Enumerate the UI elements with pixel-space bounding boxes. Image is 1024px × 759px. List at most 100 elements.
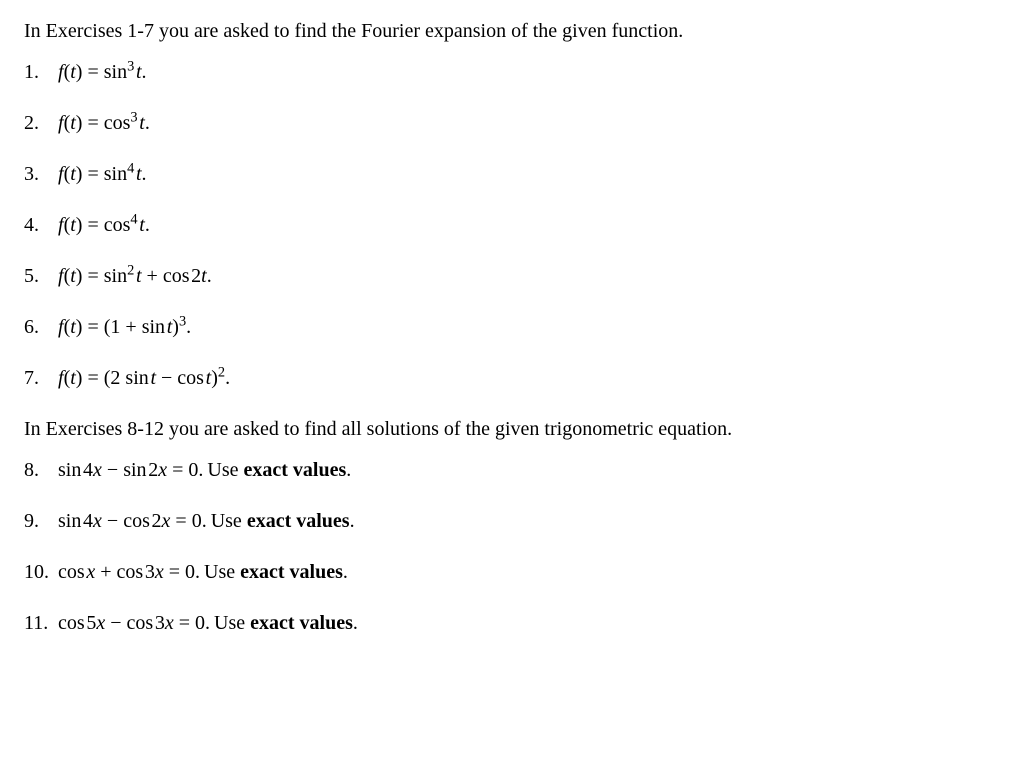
- trig-fn: cos: [58, 612, 85, 634]
- exercise-math: cos x + cos 3x = 0.: [58, 559, 200, 586]
- trig-fn: sin: [58, 459, 81, 481]
- arg: 2x: [152, 510, 171, 532]
- operator: −: [102, 459, 123, 481]
- fn-arg: t: [70, 163, 76, 185]
- hint-prefix: Use: [204, 561, 240, 583]
- operator: −: [102, 510, 123, 532]
- operator: +: [95, 561, 116, 583]
- hint-prefix: Use: [214, 612, 250, 634]
- operator-minus: −: [156, 367, 177, 389]
- trig-fn: cos: [117, 561, 144, 583]
- exercise-number: 2.: [24, 110, 58, 137]
- exercise-number: 7.: [24, 365, 58, 392]
- exercise-8: 8. sin 4x − sin 2x = 0. Use exact values…: [24, 457, 1000, 484]
- fn-name: f: [58, 214, 64, 236]
- hint-suffix: .: [350, 510, 355, 532]
- hint-prefix: Use: [207, 459, 243, 481]
- exercise-11: 11. cos 5x − cos 3x = 0. Use exact value…: [24, 610, 1000, 637]
- arg: 2x: [148, 459, 167, 481]
- fn-arg: t: [70, 214, 76, 236]
- fn-name: f: [58, 61, 64, 83]
- arg: 2t: [191, 265, 207, 287]
- exercise-number: 10.: [24, 559, 58, 586]
- trig-fn: cos: [127, 612, 154, 634]
- trig-fn: sin: [58, 510, 81, 532]
- fn-name: f: [58, 367, 64, 389]
- trig-fn: sin: [104, 265, 127, 287]
- paren-open: (1 +: [104, 316, 142, 338]
- exercise-5: 5. f(t) = sin2 t + cos 2t.: [24, 263, 1000, 290]
- exercise-number: 3.: [24, 161, 58, 188]
- hint-bold: exact values: [250, 612, 353, 634]
- exponent: 4: [127, 160, 134, 176]
- exercise-number: 6.: [24, 314, 58, 341]
- arg: 3x: [145, 561, 164, 583]
- exercise-9: 9. sin 4x − cos 2x = 0. Use exact values…: [24, 508, 1000, 535]
- trig-fn: sin: [104, 163, 127, 185]
- hint-prefix: Use: [211, 510, 247, 532]
- trig-fn: sin: [123, 459, 146, 481]
- trig-fn: sin: [104, 61, 127, 83]
- var: t: [139, 112, 145, 134]
- trig-fn: sin: [142, 316, 165, 338]
- exponent: 4: [130, 211, 137, 227]
- exercise-math: f(t) = cos3 t.: [58, 110, 150, 137]
- exercise-6: 6. f(t) = (1 + sin t)3.: [24, 314, 1000, 341]
- fn-arg: t: [70, 265, 76, 287]
- arg: 4x: [83, 459, 102, 481]
- var: t: [136, 163, 142, 185]
- paren-close: ): [211, 367, 218, 389]
- hint-bold: exact values: [247, 510, 350, 532]
- hint: Use exact values.: [214, 610, 358, 637]
- trig-fn: cos: [104, 112, 131, 134]
- trig-fn: cos: [58, 561, 85, 583]
- exercise-math: f(t) = (2 sin t − cos t)2.: [58, 365, 230, 392]
- fn-name: f: [58, 316, 64, 338]
- hint-suffix: .: [353, 612, 358, 634]
- equals-zero: = 0.: [167, 459, 203, 481]
- exponent: 3: [130, 109, 137, 125]
- arg: 4x: [83, 510, 102, 532]
- arg: 5x: [86, 612, 105, 634]
- fn-name: f: [58, 163, 64, 185]
- exercise-4: 4. f(t) = cos4 t.: [24, 212, 1000, 239]
- exercise-math: f(t) = cos4 t.: [58, 212, 150, 239]
- hint-bold: exact values: [243, 459, 346, 481]
- var: t: [136, 61, 142, 83]
- exercise-1: 1. f(t) = sin3 t.: [24, 59, 1000, 86]
- exponent: 3: [127, 58, 134, 74]
- paren-open: (2: [104, 367, 121, 389]
- equals-zero: = 0.: [164, 561, 200, 583]
- hint: Use exact values.: [211, 508, 355, 535]
- exercise-10: 10. cos x + cos 3x = 0. Use exact values…: [24, 559, 1000, 586]
- exercise-math: f(t) = sin3 t.: [58, 59, 147, 86]
- hint: Use exact values.: [207, 457, 351, 484]
- exponent: 2: [218, 364, 225, 380]
- trig-fn: cos: [104, 214, 131, 236]
- hint-suffix: .: [343, 561, 348, 583]
- operator: −: [105, 612, 126, 634]
- exercise-number: 8.: [24, 457, 58, 484]
- operator-plus: +: [142, 265, 163, 287]
- hint-suffix: .: [346, 459, 351, 481]
- exercise-2: 2. f(t) = cos3 t.: [24, 110, 1000, 137]
- fn-arg: t: [70, 367, 76, 389]
- exercise-math: cos 5x − cos 3x = 0.: [58, 610, 210, 637]
- exercise-math: f(t) = (1 + sin t)3.: [58, 314, 191, 341]
- exercise-number: 4.: [24, 212, 58, 239]
- exercise-math: f(t) = sin4 t.: [58, 161, 147, 188]
- exercise-math: f(t) = sin2 t + cos 2t.: [58, 263, 212, 290]
- hint-bold: exact values: [240, 561, 343, 583]
- var: t: [139, 214, 145, 236]
- fn-arg: t: [70, 316, 76, 338]
- arg: x: [86, 561, 95, 583]
- paren-close: ): [172, 316, 179, 338]
- exercise-number: 9.: [24, 508, 58, 535]
- exercise-3: 3. f(t) = sin4 t.: [24, 161, 1000, 188]
- exercise-math: sin 4x − cos 2x = 0.: [58, 508, 207, 535]
- exercise-number: 11.: [24, 610, 58, 637]
- exercise-number: 1.: [24, 59, 58, 86]
- trig-fn: cos: [177, 367, 204, 389]
- fn-arg: t: [70, 112, 76, 134]
- equals-zero: = 0.: [174, 612, 210, 634]
